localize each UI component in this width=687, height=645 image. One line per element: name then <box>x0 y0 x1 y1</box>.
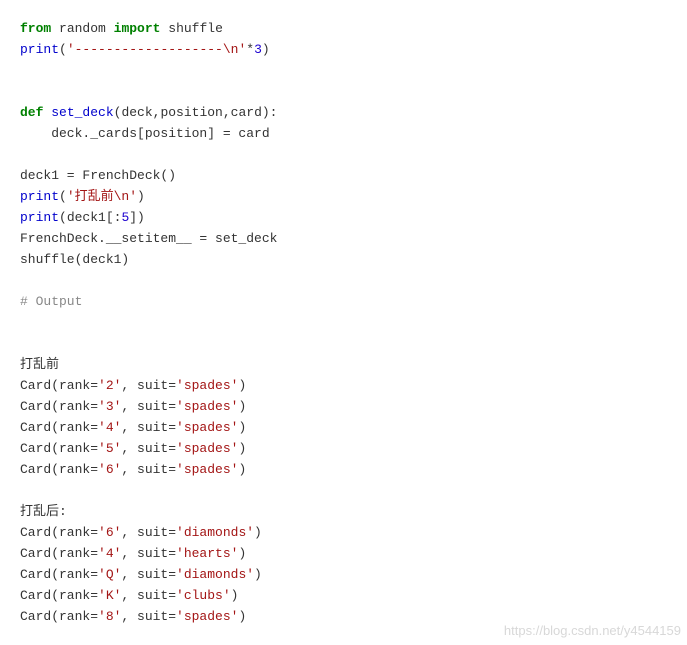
output-line: Card(rank='8', suit='spades') <box>20 606 667 627</box>
import-name: shuffle <box>168 21 223 36</box>
code-line: print('打乱前\n') <box>20 186 667 207</box>
output-line: Card(rank='3', suit='spades') <box>20 396 667 417</box>
code-line: print('-------------------\n'*3) <box>20 39 667 60</box>
code-line: from random import shuffle <box>20 18 667 39</box>
output-line: Card(rank='4', suit='spades') <box>20 417 667 438</box>
output-line: Card(rank='K', suit='clubs') <box>20 585 667 606</box>
module-name: random <box>59 21 106 36</box>
fn-print: print <box>20 189 59 204</box>
fn-print: print <box>20 210 59 225</box>
keyword-def: def <box>20 105 51 120</box>
output-line: Card(rank='2', suit='spades') <box>20 375 667 396</box>
code-line: FrenchDeck.__setitem__ = set_deck <box>20 228 667 249</box>
code-line: shuffle(deck1) <box>20 249 667 270</box>
code-line: deck1 = FrenchDeck() <box>20 165 667 186</box>
keyword-import: import <box>114 21 161 36</box>
keyword-from: from <box>20 21 51 36</box>
number-literal: 3 <box>254 42 262 57</box>
code-line: deck._cards[position] = card <box>20 123 667 144</box>
string-literal: '打乱前\n' <box>67 189 137 204</box>
output-heading-after: 打乱后: <box>20 501 667 522</box>
fn-print: print <box>20 42 59 57</box>
output-line: Card(rank='6', suit='diamonds') <box>20 522 667 543</box>
comment-line: # Output <box>20 291 667 312</box>
output-line: Card(rank='4', suit='hearts') <box>20 543 667 564</box>
output-line: Card(rank='Q', suit='diamonds') <box>20 564 667 585</box>
output-block: 打乱前 Card(rank='2', suit='spades') Card(r… <box>20 354 667 627</box>
code-block: from random import shuffle print('------… <box>20 18 667 312</box>
code-line: def set_deck(deck,position,card): <box>20 102 667 123</box>
fn-name: set_deck <box>51 105 113 120</box>
code-line: print(deck1[:5]) <box>20 207 667 228</box>
output-heading-before: 打乱前 <box>20 354 667 375</box>
output-line: Card(rank='5', suit='spades') <box>20 438 667 459</box>
string-literal: '-------------------\n' <box>67 42 246 57</box>
output-line: Card(rank='6', suit='spades') <box>20 459 667 480</box>
